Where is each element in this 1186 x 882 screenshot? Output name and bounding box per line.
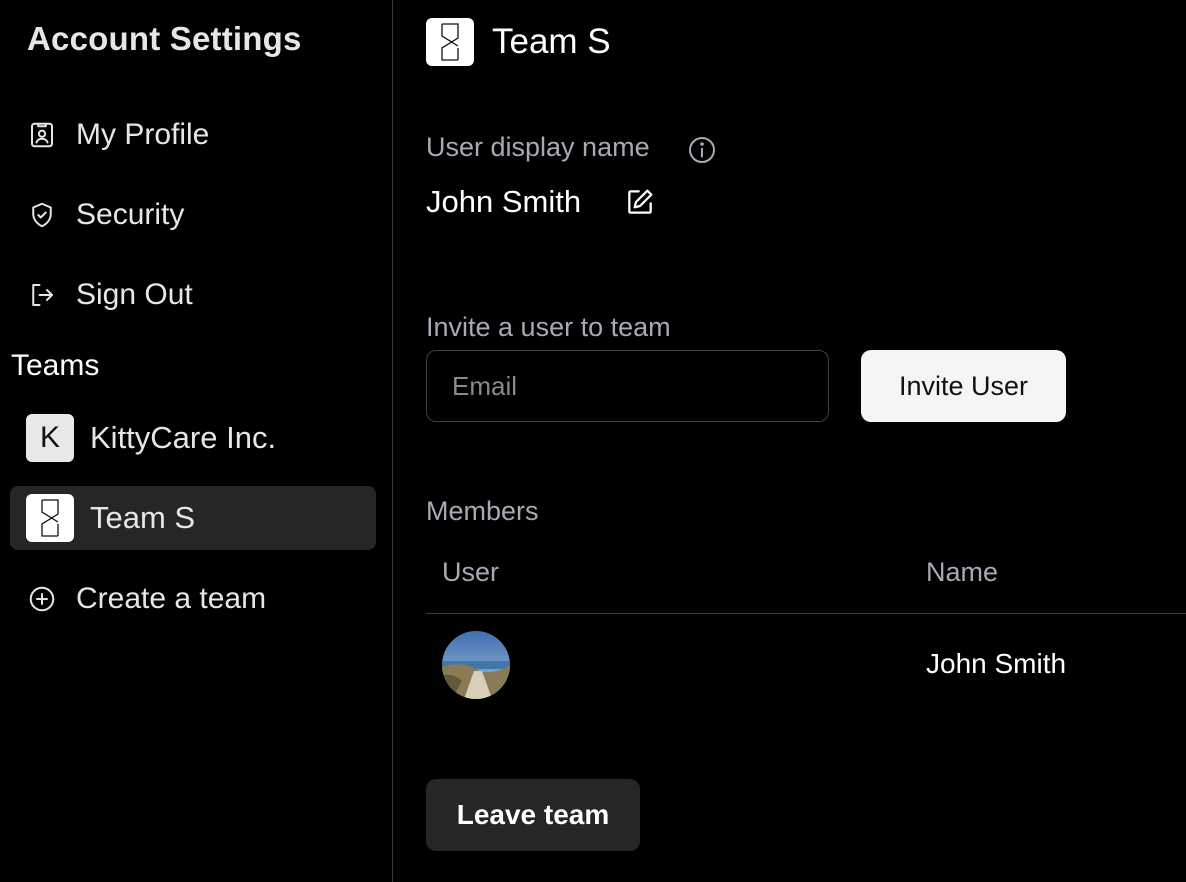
team-settings-panel: Team S User display name John Smith Invi… <box>394 0 1186 882</box>
sign-out-icon <box>26 279 58 311</box>
create-team-button[interactable]: Create a team <box>26 579 266 619</box>
page-title: Team S <box>492 22 611 61</box>
team-item-team-s[interactable]: Team S <box>10 486 376 550</box>
team-label: Team S <box>90 500 196 535</box>
sidebar-item-label: Sign Out <box>76 278 193 311</box>
team-s-logo-icon <box>426 18 474 66</box>
sidebar-item-label: My Profile <box>76 118 210 151</box>
invite-user-button[interactable]: Invite User <box>861 350 1066 422</box>
member-name: John Smith <box>926 648 1067 679</box>
invite-label: Invite a user to team <box>426 312 671 342</box>
avatar <box>442 631 510 699</box>
info-icon[interactable] <box>686 134 718 166</box>
sidebar-item-my-profile[interactable]: My Profile <box>26 115 209 155</box>
column-header-name: Name <box>926 557 999 587</box>
members-label: Members <box>426 496 539 526</box>
sidebar-title: Account Settings <box>27 20 302 57</box>
sidebar-item-label: Security <box>76 198 185 231</box>
display-name-label: User display name <box>426 132 650 162</box>
sidebar-item-security[interactable]: Security <box>26 195 184 235</box>
profile-badge-icon <box>26 119 58 151</box>
create-team-label: Create a team <box>76 582 267 615</box>
display-name-value: John Smith <box>426 184 582 219</box>
shield-check-icon <box>26 199 58 231</box>
edit-icon[interactable] <box>624 186 656 218</box>
team-item-kittycare[interactable]: K KittyCare Inc. <box>10 406 376 470</box>
team-s-logo-icon <box>26 494 74 542</box>
sidebar-item-sign-out[interactable]: Sign Out <box>26 275 193 315</box>
teams-heading: Teams <box>11 349 100 382</box>
account-settings-app: Account Settings My Profile Security Sig… <box>0 0 1186 882</box>
sidebar: Account Settings My Profile Security Sig… <box>0 0 393 882</box>
page-header: Team S <box>426 18 611 66</box>
team-logo: K <box>26 414 74 462</box>
plus-circle-icon <box>26 583 58 615</box>
team-label: KittyCare Inc. <box>90 420 277 455</box>
column-header-user: User <box>442 557 500 587</box>
leave-team-button[interactable]: Leave team <box>426 779 640 851</box>
table-divider <box>426 613 1186 614</box>
email-input[interactable] <box>426 350 829 422</box>
